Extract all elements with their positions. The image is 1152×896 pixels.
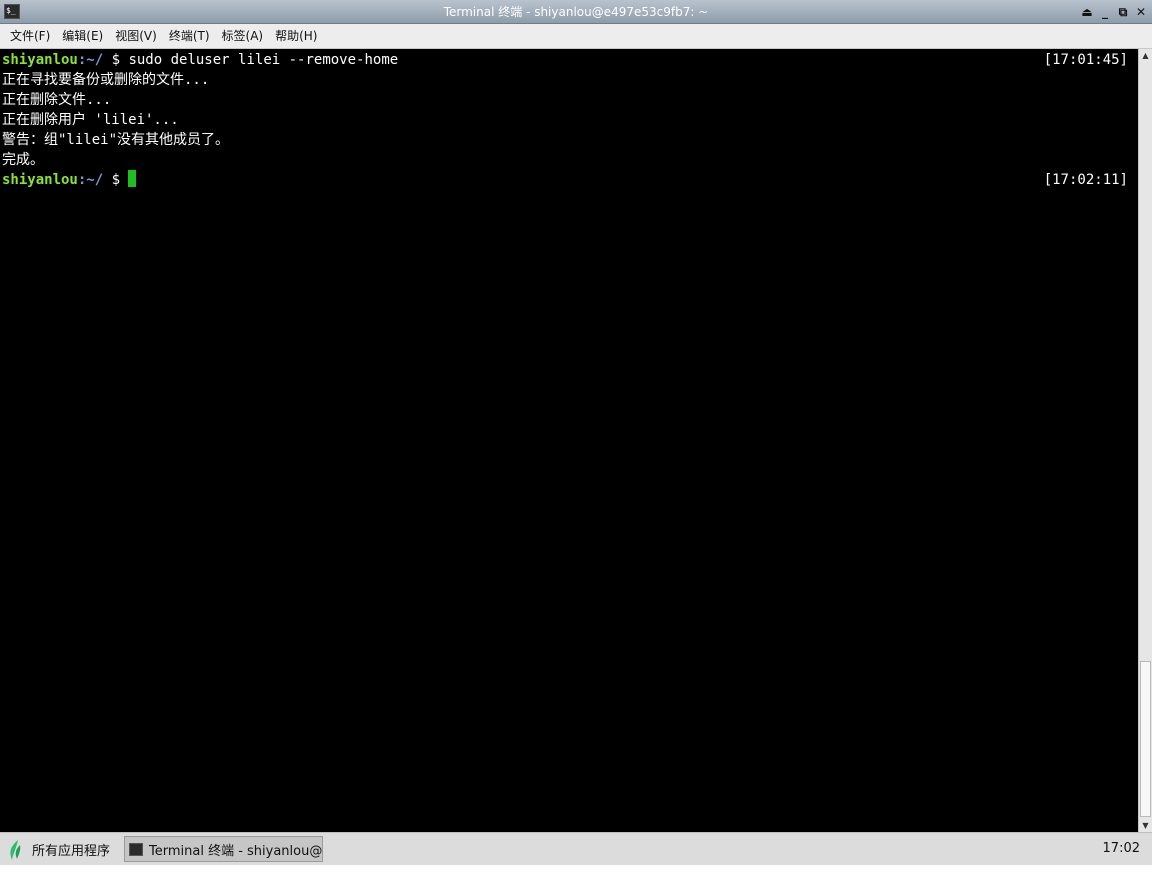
leaf-logo-icon [10,839,21,860]
output-line: 警告：组"lilei"没有其他成员了。 [2,132,230,148]
timestamp: [17:02:11] [1043,172,1128,188]
menu-help[interactable]: 帮助(H) [269,25,323,47]
prompt-user: shiyanlou [2,172,78,188]
taskbar-terminal-task[interactable]: Terminal 终端 - shiyanlou@··· [124,836,323,862]
menu-file[interactable]: 文件(F) [4,25,56,47]
applications-menu-button[interactable]: 所有应用程序 [6,837,110,862]
taskbar-task-label: Terminal 终端 - shiyanlou@··· [149,843,323,859]
minimize-icon[interactable]: _ [1098,5,1112,19]
close-icon[interactable]: ✕ [1134,5,1148,19]
scroll-up-icon[interactable]: ▲ [1139,49,1152,62]
window-title: Terminal 终端 - shiyanlou@e497e53c9fb7: ~ [443,5,709,19]
clock[interactable]: 17:02 [1103,833,1140,865]
command-text: sudo deluser lilei --remove-home [128,52,399,68]
menu-view[interactable]: 视图(V) [109,25,163,47]
terminal-task-icon [129,842,143,856]
terminal-output-area[interactable]: shiyanlou:~/ $ sudo deluser lilei --remo… [0,49,1138,832]
prompt-path: :~/ [77,52,104,68]
shade-icon[interactable]: ⏏ [1080,5,1094,19]
command-line: shiyanlou:~/ $ sudo deluser lilei --remo… [2,50,398,70]
desktop-bottom-area [0,865,1152,896]
prompt-user: shiyanlou [2,52,78,68]
menu-tabs[interactable]: 标签(A) [216,25,270,47]
maximize-icon[interactable]: ⧉ [1116,5,1130,19]
menu-terminal[interactable]: 终端(T) [163,25,216,47]
window-controls: ⏏ _ ⧉ ✕ [1080,0,1148,24]
prompt-symbol: $ [103,172,129,188]
output-line: 正在删除用户 'lilei'... [2,112,179,128]
scroll-down-icon[interactable]: ▼ [1139,819,1152,832]
output-line: 正在寻找要备份或删除的文件... [2,72,210,88]
applications-menu-label: 所有应用程序 [32,844,111,859]
output-line: 完成。 [2,152,44,168]
menu-edit[interactable]: 编辑(E) [56,25,109,47]
vertical-scrollbar[interactable]: ▲ ▼ [1138,49,1152,832]
text-cursor [128,170,137,187]
prompt-path: :~/ [77,172,104,188]
output-line: 正在删除文件... [2,92,112,108]
window-titlebar[interactable]: $_ Terminal 终端 - shiyanlou@e497e53c9fb7:… [0,0,1152,24]
timestamp: [17:01:45] [1043,52,1128,68]
prompt-symbol: $ [103,52,129,68]
scroll-thumb[interactable] [1140,661,1151,817]
taskbar: 所有应用程序 Terminal 终端 - shiyanlou@··· 17:02 [0,832,1152,865]
prompt-line[interactable]: shiyanlou:~/ $ [2,170,137,190]
menu-bar: 文件(F) 编辑(E) 视图(V) 终端(T) 标签(A) 帮助(H) [0,24,1152,49]
